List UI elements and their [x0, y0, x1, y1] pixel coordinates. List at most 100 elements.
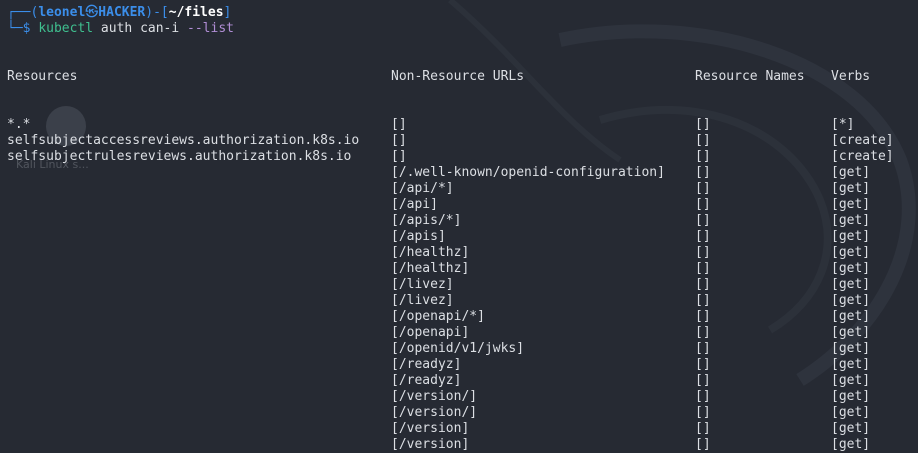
- verbs-cell: [get]: [831, 373, 871, 388]
- prompt-path: ~/files: [168, 5, 224, 20]
- resource-names-cell: []: [695, 149, 711, 164]
- non-resource-url-cell: []: [391, 149, 407, 164]
- verbs-cell: [get]: [831, 261, 871, 276]
- resource-cell: [7, 373, 359, 389]
- verbs-cell: [get]: [831, 293, 871, 308]
- verbs-cell: [get]: [831, 309, 871, 324]
- resource-names-cell: []: [695, 437, 711, 452]
- verbs-cell: [get]: [831, 229, 871, 244]
- resource-names-cell: []: [695, 213, 711, 228]
- non-resource-url-cell: [/apis]: [391, 229, 446, 244]
- non-resource-url-cell: [/readyz]: [391, 357, 462, 372]
- resource-names-cell: []: [695, 165, 711, 180]
- verbs-cell: [get]: [831, 437, 871, 452]
- resource-cell: [7, 261, 359, 277]
- resource-names-cell: []: [695, 229, 711, 244]
- header-resources: Resources: [7, 69, 78, 84]
- resource-cell: [7, 309, 359, 325]
- resource-names-cell: []: [695, 181, 711, 196]
- resource-cell: [7, 437, 359, 453]
- non-resource-url-cell: [/healthz]: [391, 261, 470, 276]
- prompt-line: ┌──(leonel㉿HACKER)-[~/files]: [7, 5, 231, 21]
- non-resource-url-cell: [/version/]: [391, 405, 478, 420]
- non-resource-url-cell: [/apis/*]: [391, 213, 462, 228]
- command-args: auth can-i: [93, 21, 188, 36]
- resource-cell: [7, 181, 359, 197]
- non-resource-url-cell: [/readyz]: [391, 373, 462, 388]
- non-resource-url-cell: [/.well-known/openid-configuration]: [391, 165, 665, 180]
- resource-cell: [7, 405, 359, 421]
- resource-names-cell: []: [695, 245, 711, 260]
- command-flag: --list: [187, 21, 234, 36]
- non-resource-url-cell: [/openapi]: [391, 325, 470, 340]
- terminal-window[interactable]: Kali Linux s... ┌──(leonel㉿HACKER)-[~/fi…: [0, 0, 918, 452]
- non-resource-url-cell: [/api]: [391, 197, 438, 212]
- non-resource-url-cell: [/livez]: [391, 293, 454, 308]
- resource-cell: *.*: [7, 117, 31, 132]
- resource-names-cell: []: [695, 373, 711, 388]
- prompt-corner-top: ┌──(: [7, 5, 39, 20]
- non-resource-url-cell: [/version]: [391, 421, 470, 436]
- resource-names-cell: []: [695, 341, 711, 356]
- resource-cell: [7, 357, 359, 373]
- resource-names-cell: []: [695, 261, 711, 276]
- command-line[interactable]: └─$ kubectl auth can-i --list: [7, 21, 234, 37]
- prompt-separator: )-[: [145, 5, 169, 20]
- resource-names-cell: []: [695, 325, 711, 340]
- resource-names-cell: []: [695, 197, 711, 212]
- verbs-cell: [get]: [831, 245, 871, 260]
- non-resource-url-cell: [/openid/v1/jwks]: [391, 341, 525, 356]
- header-non-resource-urls: Non-Resource URLs: [391, 69, 525, 84]
- verbs-cell: [create]: [831, 149, 894, 164]
- resource-names-cell: []: [695, 421, 711, 436]
- non-resource-url-cell: [/api/*]: [391, 181, 454, 196]
- command-name: kubectl: [38, 21, 94, 36]
- resource-names-cell: []: [695, 117, 711, 132]
- resource-cell: [7, 197, 359, 213]
- verbs-cell: [get]: [831, 165, 871, 180]
- verbs-cell: [get]: [831, 213, 871, 228]
- resource-cell: [7, 341, 359, 357]
- resource-cell: [7, 229, 359, 245]
- resource-names-cell: []: [695, 357, 711, 372]
- verbs-cell: [create]: [831, 133, 894, 148]
- header-resource-names: Resource Names: [695, 69, 805, 84]
- resource-cell: [7, 325, 359, 341]
- prompt-user: leonel: [38, 5, 86, 20]
- verbs-cell: [get]: [831, 357, 871, 372]
- resource-cell: [7, 245, 359, 261]
- resource-cell: selfsubjectrulesreviews.authorization.k8…: [7, 149, 352, 164]
- resource-cell: [7, 421, 359, 437]
- resource-cell: [7, 293, 359, 309]
- resource-names-cell: []: [695, 309, 711, 324]
- resource-cell: selfsubjectaccessreviews.authorization.k…: [7, 133, 360, 148]
- resource-names-cell: []: [695, 293, 711, 308]
- non-resource-url-cell: [/version]: [391, 437, 470, 452]
- skull-icon: ㉿: [85, 5, 99, 20]
- column-verbs: Verbs [*] [create] [create] [get] [get] [get]…: [831, 37, 894, 453]
- verbs-cell: [get]: [831, 405, 871, 420]
- verbs-cell: [get]: [831, 421, 871, 436]
- column-resource-names: Resource Names [][][][][][][][][][][][][…: [695, 37, 805, 453]
- resource-cell: [7, 213, 359, 229]
- verbs-cell: [get]: [831, 197, 871, 212]
- resource-names-cell: []: [695, 133, 711, 148]
- non-resource-url-cell: []: [391, 133, 407, 148]
- verbs-cell: [get]: [831, 325, 871, 340]
- prompt-host: HACKER: [98, 5, 146, 20]
- prompt-close-bracket: ]: [223, 5, 232, 20]
- column-resources: Resources *.* selfsubjectaccessreviews.au…: [7, 37, 359, 453]
- resource-cell: [7, 277, 359, 293]
- prompt-corner-bottom: └─: [7, 21, 23, 36]
- resource-cell: [7, 165, 359, 181]
- verbs-cell: [get]: [831, 277, 871, 292]
- non-resource-url-cell: [/healthz]: [391, 245, 470, 260]
- verbs-cell: [get]: [831, 181, 871, 196]
- resource-names-cell: []: [695, 277, 711, 292]
- resource-names-cell: []: [695, 405, 711, 420]
- header-verbs: Verbs: [831, 69, 871, 84]
- non-resource-url-cell: [/livez]: [391, 277, 454, 292]
- non-resource-url-cell: [/openapi/*]: [391, 309, 485, 324]
- non-resource-url-cell: []: [391, 117, 407, 132]
- verbs-cell: [*]: [831, 117, 855, 132]
